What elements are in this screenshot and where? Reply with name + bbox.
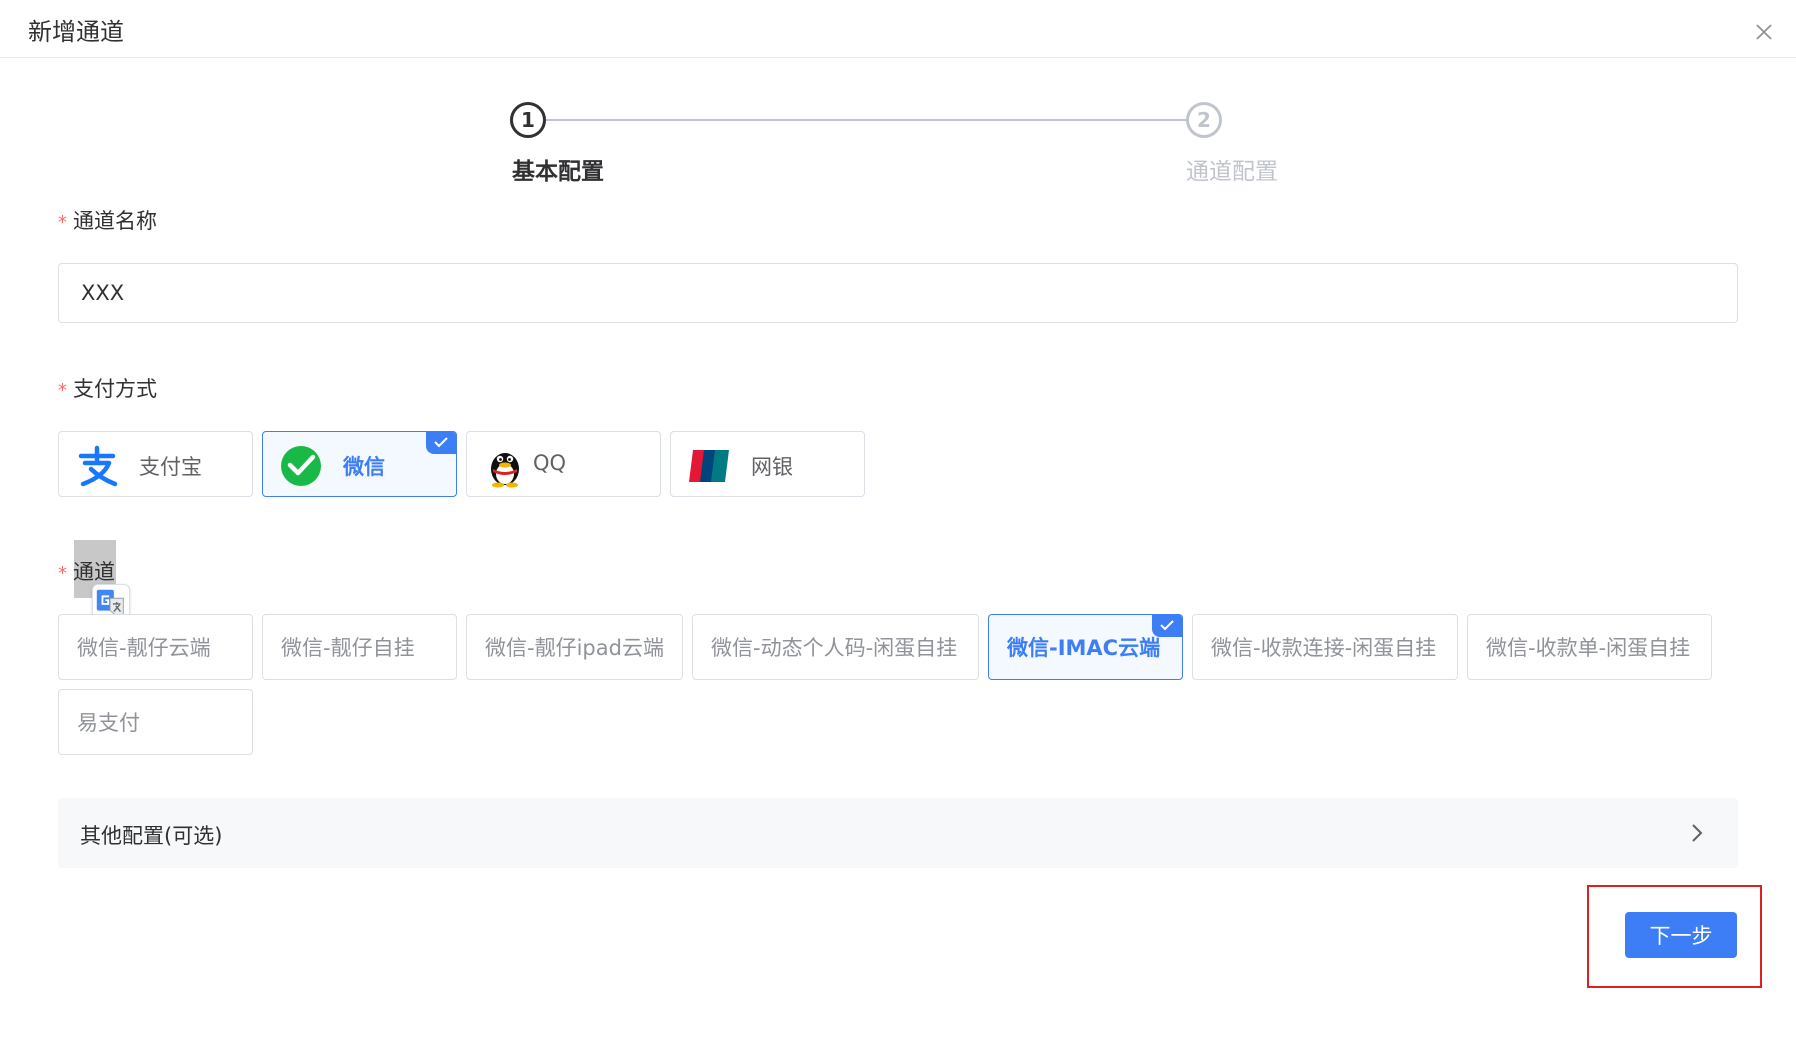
channel-option-selected[interactable]: 微信-IMAC云端 — [988, 614, 1183, 680]
selected-check-icon — [426, 432, 456, 454]
unionpay-icon — [689, 450, 729, 482]
other-config-label: 其他配置(可选) — [80, 824, 223, 848]
channel-option-label: 微信-靓仔ipad云端 — [485, 636, 664, 660]
step-2-indicator: 2 — [1186, 102, 1222, 138]
channel-option-label: 微信-收款单-闲蛋自挂 — [1486, 636, 1691, 660]
close-icon[interactable] — [1752, 20, 1776, 44]
payment-option-qq[interactable]: QQ — [466, 431, 661, 497]
dialog-title: 新增通道 — [28, 18, 124, 46]
channel-label: * 通道 — [58, 556, 115, 586]
alipay-icon — [78, 445, 118, 487]
required-mark: * — [58, 380, 67, 401]
channel-name-label-text: 通道名称 — [73, 209, 157, 233]
required-mark: * — [58, 212, 67, 233]
payment-option-alipay[interactable]: 支付宝 — [58, 431, 253, 497]
payment-option-label: 网银 — [751, 455, 793, 479]
add-channel-dialog: 新增通道 1 2 基本配置 通道配置 * 通道名称 * 支付方式 支付宝 微信 — [0, 0, 1796, 1040]
payment-method-label: * 支付方式 — [58, 373, 157, 403]
channel-name-label: * 通道名称 — [58, 205, 157, 235]
payment-option-wechat[interactable]: 微信 — [262, 431, 457, 497]
wechat-icon — [281, 446, 321, 486]
channel-option[interactable]: 微信-收款单-闲蛋自挂 — [1467, 614, 1712, 680]
channel-option[interactable]: 微信-靓仔云端 — [58, 614, 253, 680]
qq-icon — [491, 453, 519, 488]
channel-option-label: 微信-IMAC云端 — [1007, 636, 1161, 660]
next-step-button[interactable]: 下一步 — [1625, 912, 1737, 958]
dialog-header: 新增通道 — [0, 0, 1796, 58]
payment-option-unionpay[interactable]: 网银 — [670, 431, 865, 497]
channel-name-input[interactable] — [58, 263, 1738, 323]
step-2-label: 通道配置 — [1186, 159, 1278, 185]
step-1-indicator: 1 — [510, 102, 546, 138]
channel-option[interactable]: 易支付 — [58, 689, 253, 755]
channel-option[interactable]: 微信-收款连接-闲蛋自挂 — [1192, 614, 1458, 680]
payment-option-label: 微信 — [343, 455, 385, 479]
channel-label-text: 通道 — [73, 560, 115, 584]
channel-option-label: 微信-动态个人码-闲蛋自挂 — [711, 636, 958, 660]
required-mark: * — [58, 563, 67, 584]
channel-option-label: 微信-收款连接-闲蛋自挂 — [1211, 636, 1437, 660]
other-config-collapse[interactable]: 其他配置(可选) — [58, 798, 1738, 868]
chevron-right-icon — [1692, 824, 1703, 842]
channel-option[interactable]: 微信-靓仔自挂 — [262, 614, 457, 680]
channel-option-label: 微信-靓仔云端 — [77, 636, 211, 660]
selected-check-icon — [1152, 615, 1182, 637]
payment-option-label: 支付宝 — [139, 455, 202, 479]
steps: 1 2 基本配置 通道配置 — [510, 100, 1300, 190]
payment-option-label: QQ — [533, 451, 567, 475]
channel-option[interactable]: 微信-靓仔ipad云端 — [466, 614, 683, 680]
channel-option-label: 微信-靓仔自挂 — [281, 636, 415, 660]
channel-option-label: 易支付 — [77, 711, 140, 735]
step-1-label: 基本配置 — [512, 159, 604, 185]
step-connector — [546, 119, 1186, 121]
channel-option[interactable]: 微信-动态个人码-闲蛋自挂 — [692, 614, 979, 680]
payment-method-label-text: 支付方式 — [73, 377, 157, 401]
